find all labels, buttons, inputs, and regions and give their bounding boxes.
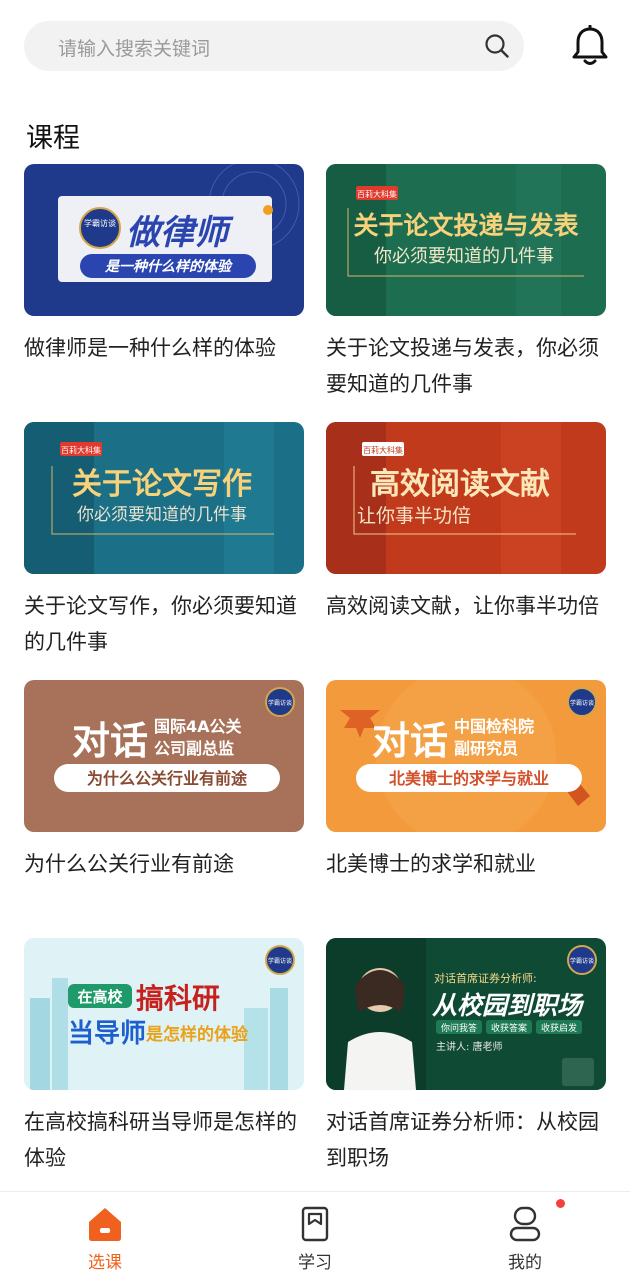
search-placeholder: 请输入搜索关键词 xyxy=(58,38,211,60)
course-title[interactable]: 北美博士的求学和就业 xyxy=(326,846,606,882)
tab-label: 我的 xyxy=(508,1253,542,1273)
course-thumbnail[interactable]: 学霸访谈 对话首席证券分析师: 从校园到职场 你问我答 收获答案 收获启发 主讲… xyxy=(326,938,606,1090)
svg-text:从校园到职场: 从校园到职场 xyxy=(432,991,585,1020)
svg-text:中国检科院: 中国检科院 xyxy=(454,717,534,736)
svg-text:你问我答: 你问我答 xyxy=(441,1022,477,1034)
tab-label: 学习 xyxy=(298,1253,332,1273)
svg-text:学霸访谈: 学霸访谈 xyxy=(84,218,116,228)
svg-text:当导师: 当导师 xyxy=(68,1019,146,1049)
tab-courses[interactable]: 选课 xyxy=(0,1192,210,1280)
svg-text:收获答案: 收获答案 xyxy=(491,1022,527,1034)
svg-text:公司副总监: 公司副总监 xyxy=(154,739,234,758)
home-icon xyxy=(89,1208,121,1241)
book-icon xyxy=(301,1206,329,1242)
course-thumbnail[interactable]: 学霸访谈 对话 中国检科院 副研究员 北美博士的求学与就业 xyxy=(326,680,606,832)
course-thumbnail[interactable]: 学霸访谈 在高校 搞科研 当导师 是怎样的体验 xyxy=(24,938,304,1090)
tab-label: 选课 xyxy=(88,1253,122,1273)
course-thumbnail[interactable]: 百莉大科集 关于论文写作 你必须要知道的几件事 xyxy=(24,422,304,574)
course-card[interactable]: 学霸访谈 在高校 搞科研 当导师 是怎样的体验 在高校搞科研当导师是怎样的体验 xyxy=(24,938,304,1176)
svg-text:学霸访谈: 学霸访谈 xyxy=(570,699,594,707)
svg-text:学霸访谈: 学霸访谈 xyxy=(268,699,292,707)
course-title[interactable]: 关于论文投递与发表，你必须要知道的几件事 xyxy=(326,330,606,402)
course-card[interactable]: 百莉大科集 关于论文投递与发表 你必须要知道的几件事 关于论文投递与发表，你必须… xyxy=(326,164,606,402)
svg-text:关于论文投递与发表: 关于论文投递与发表 xyxy=(353,211,579,240)
course-thumbnail[interactable]: 百莉大科集 高效阅读文献 让你事半功倍 xyxy=(326,422,606,574)
course-card[interactable]: 学霸访谈 对话 国际4A公关 公司副总监 为什么公关行业有前途 为什么公关行业有… xyxy=(24,680,304,882)
course-title[interactable]: 对话首席证券分析师：从校园到职场 xyxy=(326,1104,606,1176)
svg-text:是怎样的体验: 是怎样的体验 xyxy=(146,1024,249,1045)
course-card[interactable]: 百莉大科集 高效阅读文献 让你事半功倍 高效阅读文献，让你事半功倍 xyxy=(326,422,606,624)
svg-text:对话: 对话 xyxy=(72,719,148,763)
svg-text:北美博士的求学与就业: 北美博士的求学与就业 xyxy=(389,769,549,788)
svg-text:为什么公关行业有前途: 为什么公关行业有前途 xyxy=(87,769,248,788)
svg-text:对话首席证券分析师:: 对话首席证券分析师: xyxy=(434,971,537,985)
svg-text:百莉大科集: 百莉大科集 xyxy=(61,445,101,455)
course-title[interactable]: 关于论文写作，你必须要知道的几件事 xyxy=(24,588,304,660)
bottom-tab-bar: 选课 学习 我的 xyxy=(0,1191,630,1280)
svg-text:对话: 对话 xyxy=(372,719,448,763)
search-input[interactable]: 请输入搜索关键词 xyxy=(24,21,524,71)
svg-text:高效阅读文献: 高效阅读文献 xyxy=(370,467,550,502)
svg-text:你必须要知道的几件事: 你必须要知道的几件事 xyxy=(77,505,247,525)
svg-text:收获启发: 收获启发 xyxy=(541,1022,577,1034)
svg-text:国际4A公关: 国际4A公关 xyxy=(154,717,242,736)
course-card[interactable]: 学霸访谈 做律师 是一种什么样的体验 做律师是一种什么样的体验 xyxy=(24,164,304,366)
course-card[interactable]: 百莉大科集 关于论文写作 你必须要知道的几件事 关于论文写作，你必须要知道的几件… xyxy=(24,422,304,660)
search-icon[interactable] xyxy=(484,33,510,59)
svg-text:百莉大科集: 百莉大科集 xyxy=(363,445,403,455)
course-title[interactable]: 为什么公关行业有前途 xyxy=(24,846,304,882)
bell-icon[interactable] xyxy=(570,25,610,67)
course-thumbnail[interactable]: 学霸访谈 做律师 是一种什么样的体验 xyxy=(24,164,304,316)
tab-study[interactable]: 学习 xyxy=(210,1192,420,1280)
course-title[interactable]: 在高校搞科研当导师是怎样的体验 xyxy=(24,1104,304,1176)
svg-text:学霸访谈: 学霸访谈 xyxy=(268,957,292,965)
svg-text:学霸访谈: 学霸访谈 xyxy=(570,957,594,965)
course-thumbnail[interactable]: 学霸访谈 对话 国际4A公关 公司副总监 为什么公关行业有前途 xyxy=(24,680,304,832)
svg-text:你必须要知道的几件事: 你必须要知道的几件事 xyxy=(374,246,554,267)
course-card[interactable]: 学霸访谈 对话首席证券分析师: 从校园到职场 你问我答 收获答案 收获启发 主讲… xyxy=(326,938,606,1176)
svg-text:关于论文写作: 关于论文写作 xyxy=(72,467,252,502)
svg-text:做律师: 做律师 xyxy=(126,213,234,253)
svg-text:百莉大科集: 百莉大科集 xyxy=(357,189,397,199)
section-title: 课程 xyxy=(26,123,80,154)
svg-text:是一种什么样的体验: 是一种什么样的体验 xyxy=(104,258,233,275)
svg-text:让你事半功倍: 让你事半功倍 xyxy=(357,505,471,527)
course-title[interactable]: 高效阅读文献，让你事半功倍 xyxy=(326,588,606,624)
svg-text:在高校: 在高校 xyxy=(77,988,123,1006)
profile-icon xyxy=(509,1206,541,1242)
notification-badge-dot xyxy=(556,1199,565,1208)
course-title[interactable]: 做律师是一种什么样的体验 xyxy=(24,330,304,366)
svg-text:主讲人: 唐老师: 主讲人: 唐老师 xyxy=(436,1040,503,1053)
tab-profile[interactable]: 我的 xyxy=(420,1192,630,1280)
course-thumbnail[interactable]: 百莉大科集 关于论文投递与发表 你必须要知道的几件事 xyxy=(326,164,606,316)
svg-text:副研究员: 副研究员 xyxy=(454,739,518,758)
svg-text:搞科研: 搞科研 xyxy=(136,982,220,1015)
course-card[interactable]: 学霸访谈 对话 中国检科院 副研究员 北美博士的求学与就业 北美博士的求学和就业 xyxy=(326,680,606,882)
